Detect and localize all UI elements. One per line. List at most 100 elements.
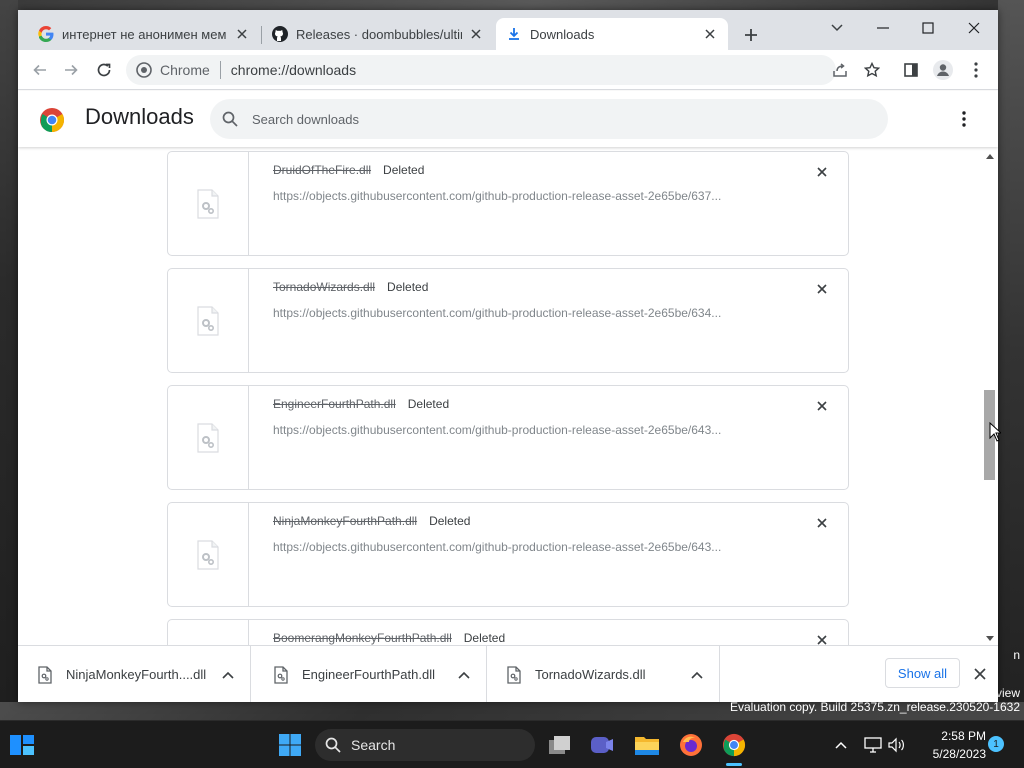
downloads-header: Downloads	[18, 91, 998, 147]
chevron-up-icon[interactable]	[214, 671, 242, 679]
evaluation-watermark: Evaluation copy. Build 25375.zn_release.…	[730, 700, 1020, 714]
reload-button[interactable]	[92, 58, 116, 82]
bookmark-star-icon[interactable]	[860, 58, 884, 82]
remove-from-list-button[interactable]	[814, 281, 830, 297]
page-scrollbar[interactable]	[982, 147, 998, 645]
taskbar-search-label: Search	[351, 737, 396, 753]
tab-title: интернет не анонимен мем - G	[62, 26, 228, 42]
downloads-list: DruidOfTheFire.dll Deleted https://objec…	[18, 147, 998, 645]
task-view-icon[interactable]	[544, 729, 576, 761]
desktop-text-fragment: n	[1013, 648, 1020, 662]
chrome-menu-icon[interactable]	[964, 58, 988, 82]
download-url[interactable]: https://objects.githubusercontent.com/gi…	[273, 540, 721, 554]
chevron-up-icon[interactable]	[825, 729, 857, 761]
omnibox-divider	[219, 61, 221, 79]
remove-from-list-button[interactable]	[814, 398, 830, 414]
tab-google-search[interactable]: интернет не анонимен мем - G	[28, 18, 260, 50]
download-filename[interactable]: BoomerangMonkeyFourthPath.dll	[273, 631, 452, 645]
close-icon[interactable]	[468, 26, 484, 42]
chrome-logo-icon	[39, 107, 65, 133]
back-button[interactable]	[28, 58, 52, 82]
minimize-button[interactable]	[861, 14, 905, 42]
firefox-icon[interactable]	[675, 729, 707, 761]
download-item: NinjaMonkeyFourthPath.dll Deleted https:…	[167, 502, 849, 607]
google-icon	[38, 26, 54, 42]
file-icon	[168, 386, 249, 489]
teams-chat-icon[interactable]	[586, 729, 618, 761]
side-panel-icon[interactable]	[899, 58, 923, 82]
download-item: DruidOfTheFire.dll Deleted https://objec…	[167, 151, 849, 256]
widgets-icon[interactable]	[6, 729, 38, 761]
remove-from-list-button[interactable]	[814, 632, 830, 645]
tab-github-releases[interactable]: Releases · doombubbles/ultima	[262, 18, 494, 50]
search-input[interactable]	[252, 111, 812, 127]
file-icon	[38, 665, 52, 684]
desktop-right-edge	[998, 0, 1024, 702]
close-icon[interactable]	[234, 26, 250, 42]
tab-title: Downloads	[530, 26, 595, 42]
address-bar[interactable]: Chrome chrome://downloads	[126, 55, 836, 85]
close-shelf-button[interactable]	[970, 664, 990, 684]
url-text[interactable]: chrome://downloads	[231, 62, 356, 78]
scroll-up-arrow-icon[interactable]	[982, 151, 998, 161]
download-item: TornadoWizards.dll Deleted https://objec…	[167, 268, 849, 373]
download-name-row: EngineerFourthPath.dll Deleted	[273, 397, 449, 411]
site-info[interactable]: Chrome	[126, 62, 210, 78]
taskbar-clock[interactable]: 2:58 PM 5/28/2023	[916, 727, 986, 763]
shelf-item-name: EngineerFourthPath.dll	[302, 667, 435, 682]
file-icon	[168, 620, 249, 645]
download-name-row: DruidOfTheFire.dll Deleted	[273, 163, 424, 177]
forward-button[interactable]	[59, 58, 83, 82]
taskbar: Search 2:58 PM 5/28/2023 1	[0, 720, 1024, 768]
remove-from-list-button[interactable]	[814, 515, 830, 531]
scroll-down-arrow-icon[interactable]	[982, 633, 998, 643]
download-status: Deleted	[463, 631, 506, 645]
download-item: EngineerFourthPath.dll Deleted https://o…	[167, 385, 849, 490]
shelf-download-item[interactable]: NinjaMonkeyFourth....dll	[18, 646, 251, 702]
close-window-button[interactable]	[952, 14, 996, 42]
clock-time: 2:58 PM	[941, 729, 986, 743]
download-icon	[506, 26, 522, 42]
chrome-window: интернет не анонимен мем - G Releases · …	[18, 10, 998, 702]
download-filename[interactable]: NinjaMonkeyFourthPath.dll	[273, 514, 417, 528]
page-title: Downloads	[85, 104, 194, 129]
file-icon	[168, 152, 249, 255]
download-status: Deleted	[429, 514, 471, 528]
volume-icon[interactable]	[880, 729, 912, 761]
desktop-left-edge	[0, 0, 18, 702]
browser-toolbar: Chrome chrome://downloads	[18, 50, 998, 90]
shelf-download-item[interactable]: TornadoWizards.dll	[487, 646, 720, 702]
tab-title: Releases · doombubbles/ultima	[296, 26, 462, 42]
chevron-up-icon[interactable]	[683, 671, 711, 679]
download-url[interactable]: https://objects.githubusercontent.com/gi…	[273, 423, 721, 437]
download-url[interactable]: https://objects.githubusercontent.com/gi…	[273, 189, 721, 203]
profile-avatar-icon[interactable]	[931, 58, 955, 82]
download-filename[interactable]: TornadoWizards.dll	[273, 280, 375, 294]
active-app-indicator	[726, 763, 742, 766]
mouse-cursor-icon	[989, 422, 1001, 442]
taskbar-search-box[interactable]: Search	[315, 729, 535, 761]
share-icon[interactable]	[828, 58, 852, 82]
remove-from-list-button[interactable]	[814, 164, 830, 180]
show-all-button[interactable]: Show all	[885, 658, 960, 688]
file-icon	[168, 503, 249, 606]
download-url[interactable]: https://objects.githubusercontent.com/gi…	[273, 306, 721, 320]
new-tab-button[interactable]	[740, 24, 762, 46]
close-icon[interactable]	[702, 26, 718, 42]
tab-search-button[interactable]	[815, 14, 859, 42]
file-explorer-icon[interactable]	[631, 729, 663, 761]
chrome-icon	[136, 62, 152, 78]
download-item: BoomerangMonkeyFourthPath.dll Deleted	[167, 619, 849, 645]
download-name-row: TornadoWizards.dll Deleted	[273, 280, 428, 294]
start-button-icon[interactable]	[274, 729, 306, 761]
chrome-taskbar-icon[interactable]	[718, 729, 750, 761]
tab-downloads[interactable]: Downloads	[496, 18, 728, 50]
search-downloads-box[interactable]	[210, 99, 888, 139]
shelf-download-item[interactable]: EngineerFourthPath.dll	[254, 646, 487, 702]
downloads-menu-icon[interactable]	[954, 107, 974, 131]
chevron-up-icon[interactable]	[450, 671, 478, 679]
download-filename[interactable]: EngineerFourthPath.dll	[273, 397, 396, 411]
maximize-button[interactable]	[906, 14, 950, 42]
notification-badge[interactable]: 1	[988, 736, 1004, 752]
download-filename[interactable]: DruidOfTheFire.dll	[273, 163, 371, 177]
